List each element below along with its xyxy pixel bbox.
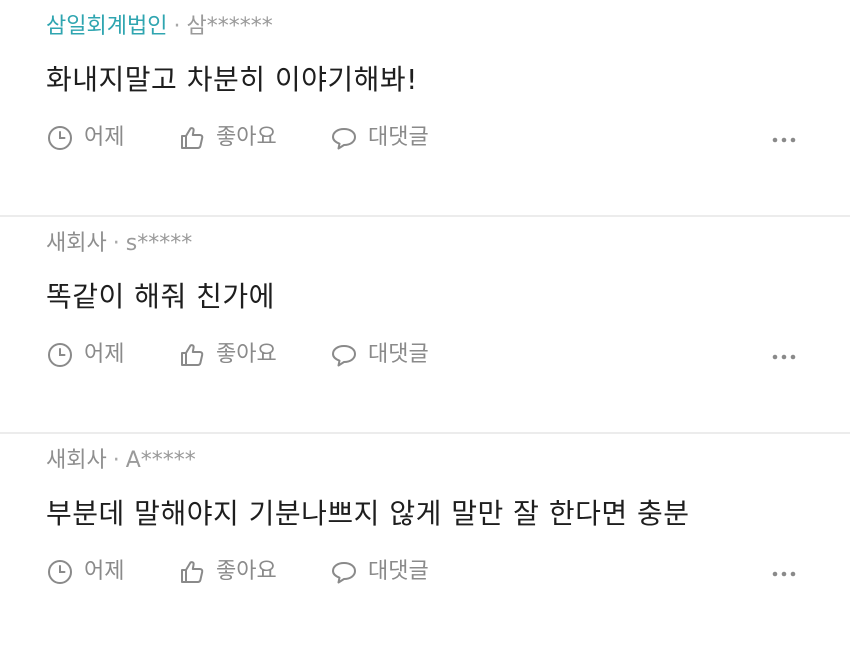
comment-meta: 새회사 · A*****	[46, 446, 196, 476]
clock-icon	[48, 126, 72, 150]
comment-text: 똑같이 해줘 친가에	[46, 280, 275, 313]
thumbs-up-icon	[181, 344, 204, 366]
comment-user: A*****	[125, 448, 196, 473]
like-button[interactable]: 좋아요	[178, 337, 277, 373]
more-options-button[interactable]	[770, 345, 800, 365]
meta-separator: ·	[173, 14, 181, 39]
like-label: 좋아요	[216, 342, 277, 367]
speech-bubble-icon	[332, 345, 356, 367]
reply-button[interactable]: 대댓글	[330, 554, 429, 590]
comment-user: 삼******	[186, 14, 273, 39]
comment-actions: 어제 좋아요 대댓글	[46, 554, 806, 590]
comment-item: 새회사 · s***** 똑같이 해줘 친가에 어제 좋아요 대댓글	[0, 217, 850, 434]
reply-button[interactable]: 대댓글	[330, 120, 429, 156]
like-label: 좋아요	[216, 125, 277, 150]
like-button[interactable]: 좋아요	[178, 120, 277, 156]
meta-separator: ·	[112, 448, 120, 473]
comment-list: 삼일회계법인 · 삼****** 화내지말고 차분히 이야기해봐! 어제 좋아요 대…	[0, 0, 850, 651]
clock-icon	[48, 343, 72, 367]
more-options-button[interactable]	[770, 128, 800, 148]
comment-meta: 새회사 · s*****	[46, 229, 192, 259]
clock-icon	[48, 560, 72, 584]
time-label: 어제	[84, 342, 125, 367]
like-button[interactable]: 좋아요	[178, 554, 277, 590]
comment-actions: 어제 좋아요 대댓글	[46, 120, 806, 156]
comment-company[interactable]: 새회사	[46, 448, 107, 473]
speech-bubble-icon	[332, 562, 356, 584]
reply-label: 대댓글	[368, 342, 429, 367]
reply-label: 대댓글	[368, 559, 429, 584]
comment-company[interactable]: 삼일회계법인	[46, 14, 167, 39]
time-label: 어제	[84, 559, 125, 584]
meta-separator: ·	[112, 231, 120, 256]
comment-company[interactable]: 새회사	[46, 231, 107, 256]
comment-user: s*****	[125, 231, 193, 256]
time-label: 어제	[84, 125, 125, 150]
comment-time: 어제	[46, 554, 124, 590]
comment-time: 어제	[46, 120, 124, 156]
comment-actions: 어제 좋아요 대댓글	[46, 337, 806, 373]
speech-bubble-icon	[332, 128, 356, 150]
comment-meta: 삼일회계법인 · 삼******	[46, 12, 273, 42]
reply-label: 대댓글	[368, 125, 429, 150]
comment-time: 어제	[46, 337, 124, 373]
comment-item: 삼일회계법인 · 삼****** 화내지말고 차분히 이야기해봐! 어제 좋아요 대…	[0, 0, 850, 217]
like-label: 좋아요	[216, 559, 277, 584]
more-dots-icon	[772, 354, 796, 360]
comment-item: 새회사 · A***** 부분데 말해야지 기분나쁘지 않게 말만 잘 한다면 충분…	[0, 434, 850, 651]
more-options-button[interactable]	[770, 562, 800, 582]
more-dots-icon	[772, 137, 796, 143]
thumbs-up-icon	[181, 561, 204, 583]
comment-text: 화내지말고 차분히 이야기해봐!	[46, 63, 418, 96]
comment-text: 부분데 말해야지 기분나쁘지 않게 말만 잘 한다면 충분	[46, 497, 690, 530]
thumbs-up-icon	[181, 127, 204, 149]
reply-button[interactable]: 대댓글	[330, 337, 429, 373]
more-dots-icon	[772, 571, 796, 577]
